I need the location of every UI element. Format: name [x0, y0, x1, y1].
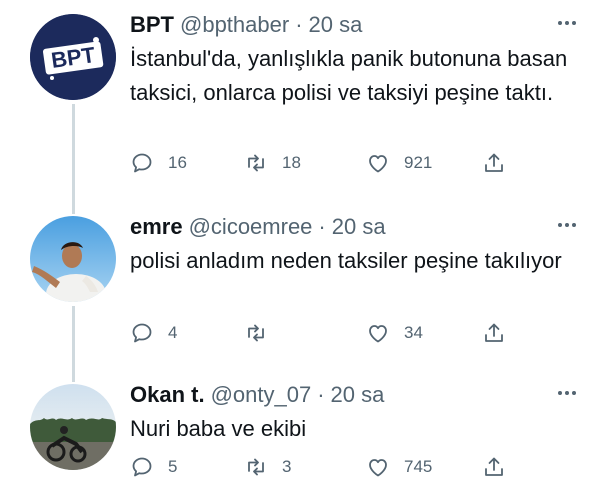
author-name[interactable]: BPT [130, 12, 174, 38]
separator-dot: · [295, 12, 303, 37]
separator-dot: · [317, 382, 325, 407]
retweet-icon [248, 154, 264, 172]
author-handle[interactable]: @onty_07 [211, 382, 312, 408]
author-name[interactable]: Okan t. [130, 382, 205, 408]
like-button[interactable]: 34 [366, 318, 423, 348]
share-button[interactable] [482, 148, 506, 178]
more-icon[interactable] [554, 380, 580, 406]
profile-photo [30, 384, 116, 470]
tweet[interactable]: emre @cicoemree · 20 sa polisi anladım n… [0, 200, 600, 370]
author-handle[interactable]: @bpthaber [180, 12, 289, 38]
bpt-logo: BPT [30, 14, 116, 100]
heart-icon [369, 155, 387, 173]
author-name[interactable]: emre [130, 214, 183, 240]
like-count: 921 [404, 153, 433, 172]
tweet-text: Nuri baba ve ekibi [130, 416, 307, 441]
heart-icon [369, 325, 387, 343]
reply-button[interactable]: 5 [130, 452, 177, 482]
tweet-thread: BPT BPT @bpthaber · 20 sa İstanbul'da, y… [0, 0, 600, 484]
retweet-count: 3 [282, 457, 292, 476]
profile-photo [30, 216, 116, 302]
tweet-actions: 5 3 745 [130, 452, 530, 482]
tweet[interactable]: Okan t. @onty_07 · 20 sa Nuri baba ve ek… [0, 370, 600, 484]
share-button[interactable] [482, 452, 506, 482]
tweet-actions: 16 18 921 [130, 148, 530, 178]
timestamp[interactable]: 20 sa [309, 12, 363, 38]
avatar[interactable]: BPT [30, 14, 116, 100]
retweet-icon [248, 458, 264, 476]
tweet-text: polisi anladım neden taksiler peşine tak… [130, 248, 562, 273]
separator-dot: · [318, 214, 326, 239]
avatar[interactable] [30, 216, 116, 302]
share-icon [485, 457, 503, 476]
reply-button[interactable]: 16 [130, 148, 187, 178]
share-icon [485, 323, 503, 342]
like-button[interactable]: 745 [366, 452, 432, 482]
more-icon[interactable] [554, 10, 580, 36]
share-icon [485, 153, 503, 172]
tweet-header: emre @cicoemree · 20 sa [130, 214, 580, 240]
like-count: 745 [404, 457, 433, 476]
retweet-button[interactable] [244, 318, 282, 348]
retweet-icon [248, 324, 264, 342]
like-count: 34 [404, 323, 423, 342]
retweet-button[interactable]: 18 [244, 148, 301, 178]
tweet-actions: 4 34 [130, 318, 530, 348]
timestamp[interactable]: 20 sa [332, 214, 386, 240]
reply-icon [132, 153, 152, 173]
retweet-button[interactable]: 3 [244, 452, 291, 482]
reply-count: 16 [168, 153, 187, 172]
retweet-count: 18 [282, 153, 301, 172]
heart-icon [369, 459, 387, 477]
like-button[interactable]: 921 [366, 148, 432, 178]
reply-count: 5 [168, 457, 178, 476]
tweet-header: Okan t. @onty_07 · 20 sa [130, 382, 580, 408]
timestamp[interactable]: 20 sa [331, 382, 385, 408]
reply-icon [132, 457, 152, 477]
avatar[interactable] [30, 384, 116, 470]
tweet-text: İstanbul'da, yanlışlıkla panik butonuna … [130, 46, 568, 105]
reply-count: 4 [168, 323, 178, 342]
reply-button[interactable]: 4 [130, 318, 177, 348]
share-button[interactable] [482, 318, 506, 348]
author-handle[interactable]: @cicoemree [189, 214, 313, 240]
tweet[interactable]: BPT BPT @bpthaber · 20 sa İstanbul'da, y… [0, 0, 600, 200]
tweet-header: BPT @bpthaber · 20 sa [130, 12, 580, 38]
more-icon[interactable] [554, 212, 580, 238]
reply-icon [132, 323, 152, 343]
